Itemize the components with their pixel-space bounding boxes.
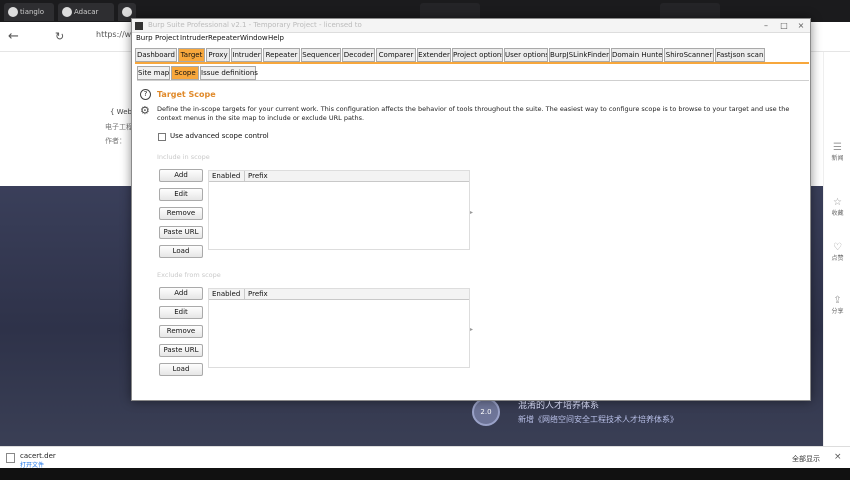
arrow-left-icon[interactable]: ←: [8, 29, 19, 44]
list-icon: ☰: [833, 142, 842, 153]
column-prefix[interactable]: Prefix: [248, 172, 268, 180]
exclude-paste-url-button[interactable]: Paste URL: [159, 344, 203, 357]
menu-help[interactable]: Help: [268, 34, 284, 42]
tab-site-map[interactable]: Site map: [137, 66, 170, 80]
help-icon[interactable]: ?: [140, 89, 151, 100]
close-icon[interactable]: ×: [793, 20, 809, 32]
show-all-downloads-button[interactable]: 全部显示: [792, 454, 820, 464]
star-icon: ☆: [833, 197, 842, 208]
site-icon: [122, 7, 132, 17]
sub-tab-divider: [137, 80, 809, 81]
menu-burp[interactable]: Burp: [136, 34, 153, 42]
tab-project-options[interactable]: Project options: [452, 48, 503, 62]
heart-icon: ♡: [833, 242, 842, 253]
tab-comparer[interactable]: Comparer: [376, 48, 416, 62]
sidebar-item-news[interactable]: ☰ 新闻: [824, 142, 850, 162]
exclude-edit-button[interactable]: Edit: [159, 306, 203, 319]
tab-sequencer[interactable]: Sequencer: [301, 48, 341, 62]
tab-dashboard[interactable]: Dashboard: [135, 48, 177, 62]
resize-handle[interactable]: ▸: [470, 209, 473, 216]
download-bar: cacert.der 打开文件 全部显示 ×: [0, 446, 850, 469]
tab-issue-definitions[interactable]: Issue definitions: [200, 66, 258, 80]
table-header: Enabled Prefix: [209, 289, 469, 300]
close-icon[interactable]: ×: [834, 452, 842, 462]
file-icon: [6, 453, 15, 463]
sidebar-item-like[interactable]: ♡ 点赞: [824, 242, 850, 262]
burp-window: Burp Suite Professional v2.1 - Temporary…: [131, 18, 811, 401]
exclude-section-label: Exclude from scope: [157, 271, 221, 279]
tab-shiroscanner[interactable]: ShiroScanner: [664, 48, 714, 62]
tab-fastjson-scan[interactable]: Fastjson scan: [715, 48, 765, 62]
maximize-icon[interactable]: □: [776, 20, 792, 32]
resize-handle[interactable]: ▸: [470, 326, 473, 333]
menu-intruder[interactable]: Intruder: [180, 34, 208, 42]
include-section-label: Include in scope: [157, 153, 210, 161]
page-text: { Web: [110, 108, 132, 116]
menu-bar: Burp Project Intruder Repeater Window He…: [132, 33, 810, 45]
browser-tab-label: Adacar: [74, 8, 99, 16]
include-load-button[interactable]: Load: [159, 245, 203, 258]
site-icon: [62, 7, 72, 17]
github-icon: [8, 7, 18, 17]
table-header: Enabled Prefix: [209, 171, 469, 182]
window-title: Burp Suite Professional v2.1 - Temporary…: [148, 21, 362, 29]
include-paste-url-button[interactable]: Paste URL: [159, 226, 203, 239]
section-description: Define the in-scope targets for your cur…: [157, 105, 790, 122]
banner-badge: 2.0: [472, 398, 500, 426]
menu-repeater[interactable]: Repeater: [208, 34, 240, 42]
browser-tab[interactable]: tianglo: [4, 3, 54, 21]
gear-icon[interactable]: ⚙: [140, 105, 150, 116]
browser-tab-label: tianglo: [20, 8, 45, 16]
menu-window[interactable]: Window: [240, 34, 268, 42]
include-edit-button[interactable]: Edit: [159, 188, 203, 201]
page-text: 作者：: [105, 137, 126, 145]
banner-subtitle[interactable]: 新增《网络空间安全工程技术人才培养体系》: [518, 414, 678, 425]
burp-logo-icon: [135, 22, 143, 30]
exclude-load-button[interactable]: Load: [159, 363, 203, 376]
page-text: 电子工程: [105, 123, 133, 131]
include-scope-table[interactable]: Enabled Prefix: [208, 170, 470, 250]
tab-target[interactable]: Target: [178, 48, 205, 62]
sidebar-item-favorite[interactable]: ☆ 收藏: [824, 197, 850, 217]
column-divider: [244, 171, 245, 182]
os-taskbar: [0, 468, 850, 480]
share-icon: ⇪: [833, 295, 842, 306]
tab-burpjslinkfinder[interactable]: BurpJSLinkFinder: [549, 48, 610, 62]
advanced-scope-checkbox[interactable]: [158, 133, 166, 141]
tab-intruder[interactable]: Intruder: [231, 48, 262, 62]
column-prefix[interactable]: Prefix: [248, 290, 268, 298]
browser-tab[interactable]: Adacar: [58, 3, 114, 21]
minimize-icon[interactable]: –: [758, 20, 774, 32]
tab-divider: [135, 62, 809, 64]
tab-repeater[interactable]: Repeater: [263, 48, 300, 62]
main-tab-bar: Dashboard Target Proxy Intruder Repeater…: [135, 48, 809, 62]
tab-user-options[interactable]: User options: [504, 48, 548, 62]
advanced-scope-label[interactable]: Use advanced scope control: [170, 132, 269, 140]
include-remove-button[interactable]: Remove: [159, 207, 203, 220]
exclude-scope-table[interactable]: Enabled Prefix: [208, 288, 470, 368]
menu-project[interactable]: Project: [155, 34, 179, 42]
download-filename[interactable]: cacert.der: [20, 452, 56, 460]
tab-domain-hunter[interactable]: Domain Hunter: [611, 48, 663, 62]
exclude-add-button[interactable]: Add: [159, 287, 203, 300]
column-enabled[interactable]: Enabled: [212, 290, 240, 298]
burp-title-bar: Burp Suite Professional v2.1 - Temporary…: [132, 19, 810, 33]
section-title: Target Scope: [157, 90, 216, 99]
tab-proxy[interactable]: Proxy: [206, 48, 230, 62]
reload-icon[interactable]: ↻: [55, 30, 64, 43]
tab-decoder[interactable]: Decoder: [342, 48, 375, 62]
tab-extender[interactable]: Extender: [417, 48, 451, 62]
sidebar-item-share[interactable]: ⇪ 分享: [824, 295, 850, 315]
column-divider: [244, 289, 245, 300]
tab-scope[interactable]: Scope: [171, 66, 199, 80]
right-sidebar: ☰ 新闻 ☆ 收藏 ♡ 点赞 ⇪ 分享: [823, 52, 850, 446]
include-add-button[interactable]: Add: [159, 169, 203, 182]
column-enabled[interactable]: Enabled: [212, 172, 240, 180]
exclude-remove-button[interactable]: Remove: [159, 325, 203, 338]
